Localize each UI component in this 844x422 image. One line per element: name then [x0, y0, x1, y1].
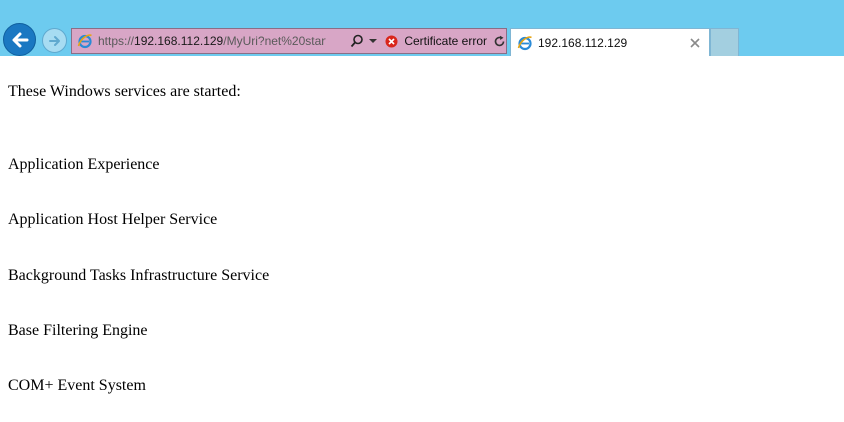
url-host: 192.168.112.129: [134, 34, 224, 48]
error-icon[interactable]: [385, 35, 398, 48]
tab-title: 192.168.112.129: [538, 35, 628, 50]
service-item: Application Host Helper Service: [8, 211, 218, 228]
search-icon[interactable]: [350, 33, 364, 49]
internet-explorer-icon: [517, 35, 533, 51]
chevron-down-icon[interactable]: [368, 33, 377, 49]
forward-button[interactable]: [42, 28, 67, 53]
service-item: Background Tasks Infrastructure Service: [8, 267, 270, 284]
back-button[interactable]: [3, 23, 36, 56]
new-tab-button[interactable]: [710, 28, 739, 56]
forward-arrow-icon: [48, 35, 60, 46]
browser-chrome: https://192.168.112.129/MyUri?net%20star…: [0, 0, 844, 56]
back-arrow-icon: [12, 32, 28, 47]
service-item: Application Experience: [8, 156, 160, 173]
url-scheme: https://: [98, 34, 135, 48]
tab-active[interactable]: 192.168.112.129: [510, 28, 710, 56]
service-item: Base Filtering Engine: [8, 322, 148, 339]
url-text[interactable]: https://192.168.112.129/MyUri?net%20star…: [98, 34, 326, 48]
refresh-icon[interactable]: [493, 34, 506, 48]
certificate-error-text[interactable]: Certificate error: [404, 34, 487, 48]
page-heading: These Windows services are started:: [8, 83, 241, 100]
internet-explorer-icon: [77, 33, 93, 49]
address-bar[interactable]: https://192.168.112.129/MyUri?net%20star…: [71, 28, 507, 54]
close-icon[interactable]: [689, 37, 701, 49]
url-path: /MyUri?net%20start: [223, 34, 327, 48]
service-item: COM+ Event System: [8, 377, 146, 394]
